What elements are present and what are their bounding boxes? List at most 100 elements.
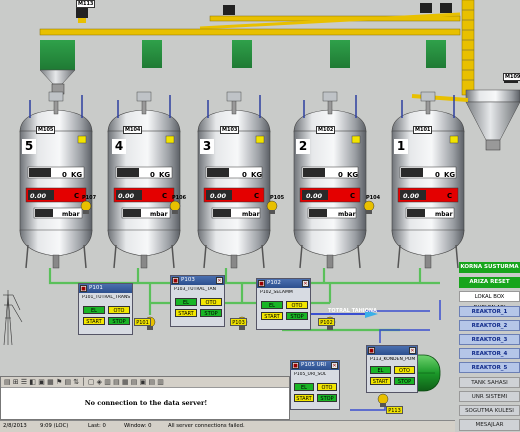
vessel-2-kg: 0	[338, 171, 343, 179]
tank-sahasi-button[interactable]: TANK SAHASI	[459, 377, 520, 388]
vessel-5-kg: 0	[62, 171, 67, 179]
panel-p113-start-button[interactable]: START	[370, 377, 391, 385]
transmission-tower	[3, 290, 23, 346]
sogutma-kulesi-button[interactable]: SOGUTMA KULESI	[459, 405, 520, 416]
pump-tag-p104[interactable]: P104	[366, 195, 380, 202]
motor-tag-m104[interactable]: M104	[123, 126, 143, 134]
status-time: 9:09 (LOC)	[40, 423, 69, 429]
kg-display	[207, 168, 229, 177]
toolbar-icons[interactable]: ▤ ⊞ ☰ ◧ ▣ ▦ ⚑ ▤ ⇅ │ ▢ ◈ ▥ ▤ ▦ ▤ ▣ ▤ ▥	[4, 378, 164, 386]
panel-p103-stop-button[interactable]: STOP	[200, 309, 222, 317]
panel-p102-menu-icon[interactable]: ■	[258, 280, 265, 287]
panel-p102-oto-button[interactable]: OTO	[286, 301, 308, 309]
panel-p105-menu-icon[interactable]: ■	[292, 362, 299, 369]
vessel-1-temp: 0.00	[403, 192, 420, 200]
panel-p105-uri: P105 URI ■ ✕ P105_URI_SOL EL OTO START S…	[290, 360, 340, 410]
panel-p103-close-icon[interactable]: ✕	[216, 277, 223, 284]
pump-badge-p101[interactable]: P101	[134, 318, 151, 326]
pump-badge-p113[interactable]: P113	[386, 406, 403, 414]
agitator-motor	[226, 91, 242, 102]
valve-marker	[165, 135, 175, 144]
vessel-outlet	[140, 254, 148, 269]
motor-tag-m102[interactable]: M102	[316, 126, 336, 134]
panel-p105-close-icon[interactable]: ✕	[331, 362, 338, 369]
panel-p105-oto-button[interactable]: OTO	[317, 383, 337, 391]
status-last: Last: 0	[88, 423, 106, 429]
panel-p113-close-icon[interactable]: ✕	[409, 347, 416, 354]
vessel-3-temp-unit: C	[254, 192, 260, 200]
panel-p101-el-button[interactable]: EL	[83, 306, 105, 314]
vessel-leg	[25, 244, 29, 269]
panel-p105-el-button[interactable]: EL	[294, 383, 314, 391]
kg-display	[117, 168, 139, 177]
vessel-3	[197, 91, 271, 269]
pressure-display	[309, 209, 327, 217]
panel-p101-stop-button[interactable]: STOP	[108, 317, 130, 325]
korna-susturma-button[interactable]: KORNA SUSTURMA	[459, 262, 520, 273]
vessel-2-temp-unit: C	[350, 192, 356, 200]
motor-m113[interactable]	[76, 7, 88, 23]
panel-p102-el-button[interactable]: EL	[261, 301, 283, 309]
panel-p103-start-button[interactable]: START	[175, 309, 197, 317]
motor-tag-m109[interactable]: M109	[503, 73, 520, 81]
panel-p101-oto-button[interactable]: OTO	[108, 306, 130, 314]
motor-right-top[interactable]	[420, 3, 452, 13]
unr-sistemi-button[interactable]: UNR SISTEMI	[459, 391, 520, 402]
vessel-outlet	[326, 254, 334, 269]
vessel-1	[391, 91, 465, 269]
motor-tag-m113[interactable]: M113	[76, 0, 96, 8]
pump-badge-p102[interactable]: P102	[318, 318, 335, 326]
vessel-outlet	[230, 254, 238, 269]
vessel-leg	[261, 244, 265, 269]
reaktor-4-button[interactable]: REAKTOR_4	[459, 348, 520, 359]
mesajlar-button[interactable]: MESAJLAR	[459, 419, 520, 431]
panel-p113-oto-button[interactable]: OTO	[394, 366, 415, 374]
vessel-bottom-dome	[19, 229, 93, 257]
panel-p105-label: P105_URI_SOL	[294, 372, 327, 377]
panel-p103-el-button[interactable]: EL	[175, 298, 197, 306]
panel-p102-start-button[interactable]: START	[261, 312, 283, 320]
pump-tag-p105[interactable]: P105	[270, 195, 284, 202]
reaktor-5-button[interactable]: REAKTOR_5	[459, 362, 520, 373]
vessel-leg	[357, 244, 361, 269]
panel-p105-stop-button[interactable]: STOP	[317, 394, 337, 402]
panel-p102-stop-button[interactable]: STOP	[286, 312, 308, 320]
vessel-bottom-dome	[197, 229, 271, 257]
motor-tag-m103[interactable]: M103	[220, 126, 240, 134]
message-toolbar: ▤ ⊞ ☰ ◧ ▣ ▦ ⚑ ▤ ⇅ │ ▢ ◈ ▥ ▤ ▦ ▤ ▣ ▤ ▥	[1, 377, 289, 388]
valve-marker	[449, 135, 459, 144]
pump-tag-p107[interactable]: P107	[82, 195, 96, 202]
vessel-4-temp: 0.00	[118, 192, 135, 200]
panel-p105-start-button[interactable]: START	[294, 394, 314, 402]
panel-p113-stop-button[interactable]: STOP	[394, 377, 415, 385]
motor-tag-m101[interactable]: M101	[413, 126, 433, 134]
agitator-motor	[48, 91, 64, 102]
vessel-1-number: 1	[394, 139, 408, 154]
ariza-reset-button[interactable]: ARIZA RESET	[459, 277, 520, 288]
vessel-2-kg-unit: KG	[347, 171, 359, 179]
vessel-5-temp: 0.00	[30, 192, 47, 200]
motor-top-center[interactable]	[223, 5, 235, 15]
motor-tag-m105[interactable]: M105	[36, 126, 56, 134]
reaktor-3-button[interactable]: REAKTOR_3	[459, 334, 520, 345]
agitator-shaft	[141, 99, 147, 115]
pump-base	[172, 210, 178, 214]
panel-p101-start-button[interactable]: START	[83, 317, 105, 325]
pump-badge-p103[interactable]: P103	[230, 318, 247, 326]
reaktor-2-button[interactable]: REAKTOR_2	[459, 320, 520, 331]
panel-p101-menu-icon[interactable]: ■	[80, 285, 87, 292]
panel-p103-oto-button[interactable]: OTO	[200, 298, 222, 306]
panel-p113-el-button[interactable]: EL	[370, 366, 391, 374]
pump-body	[80, 200, 92, 212]
vessel-1-temp-unit: C	[447, 192, 453, 200]
vessel-bottom-dome	[293, 229, 367, 257]
panel-p102-close-icon[interactable]: ✕	[302, 280, 309, 287]
pump-tag-p106[interactable]: P106	[172, 195, 186, 202]
vessel-outlet	[52, 254, 60, 269]
vessel-4	[107, 91, 181, 269]
panel-p103-menu-icon[interactable]: ■	[172, 277, 179, 284]
reaktor-1-button[interactable]: REAKTOR_1	[459, 306, 520, 317]
vessel-bottom-dome	[107, 229, 181, 257]
panel-p113-menu-icon[interactable]: ■	[368, 347, 375, 354]
valve-marker	[255, 135, 265, 144]
